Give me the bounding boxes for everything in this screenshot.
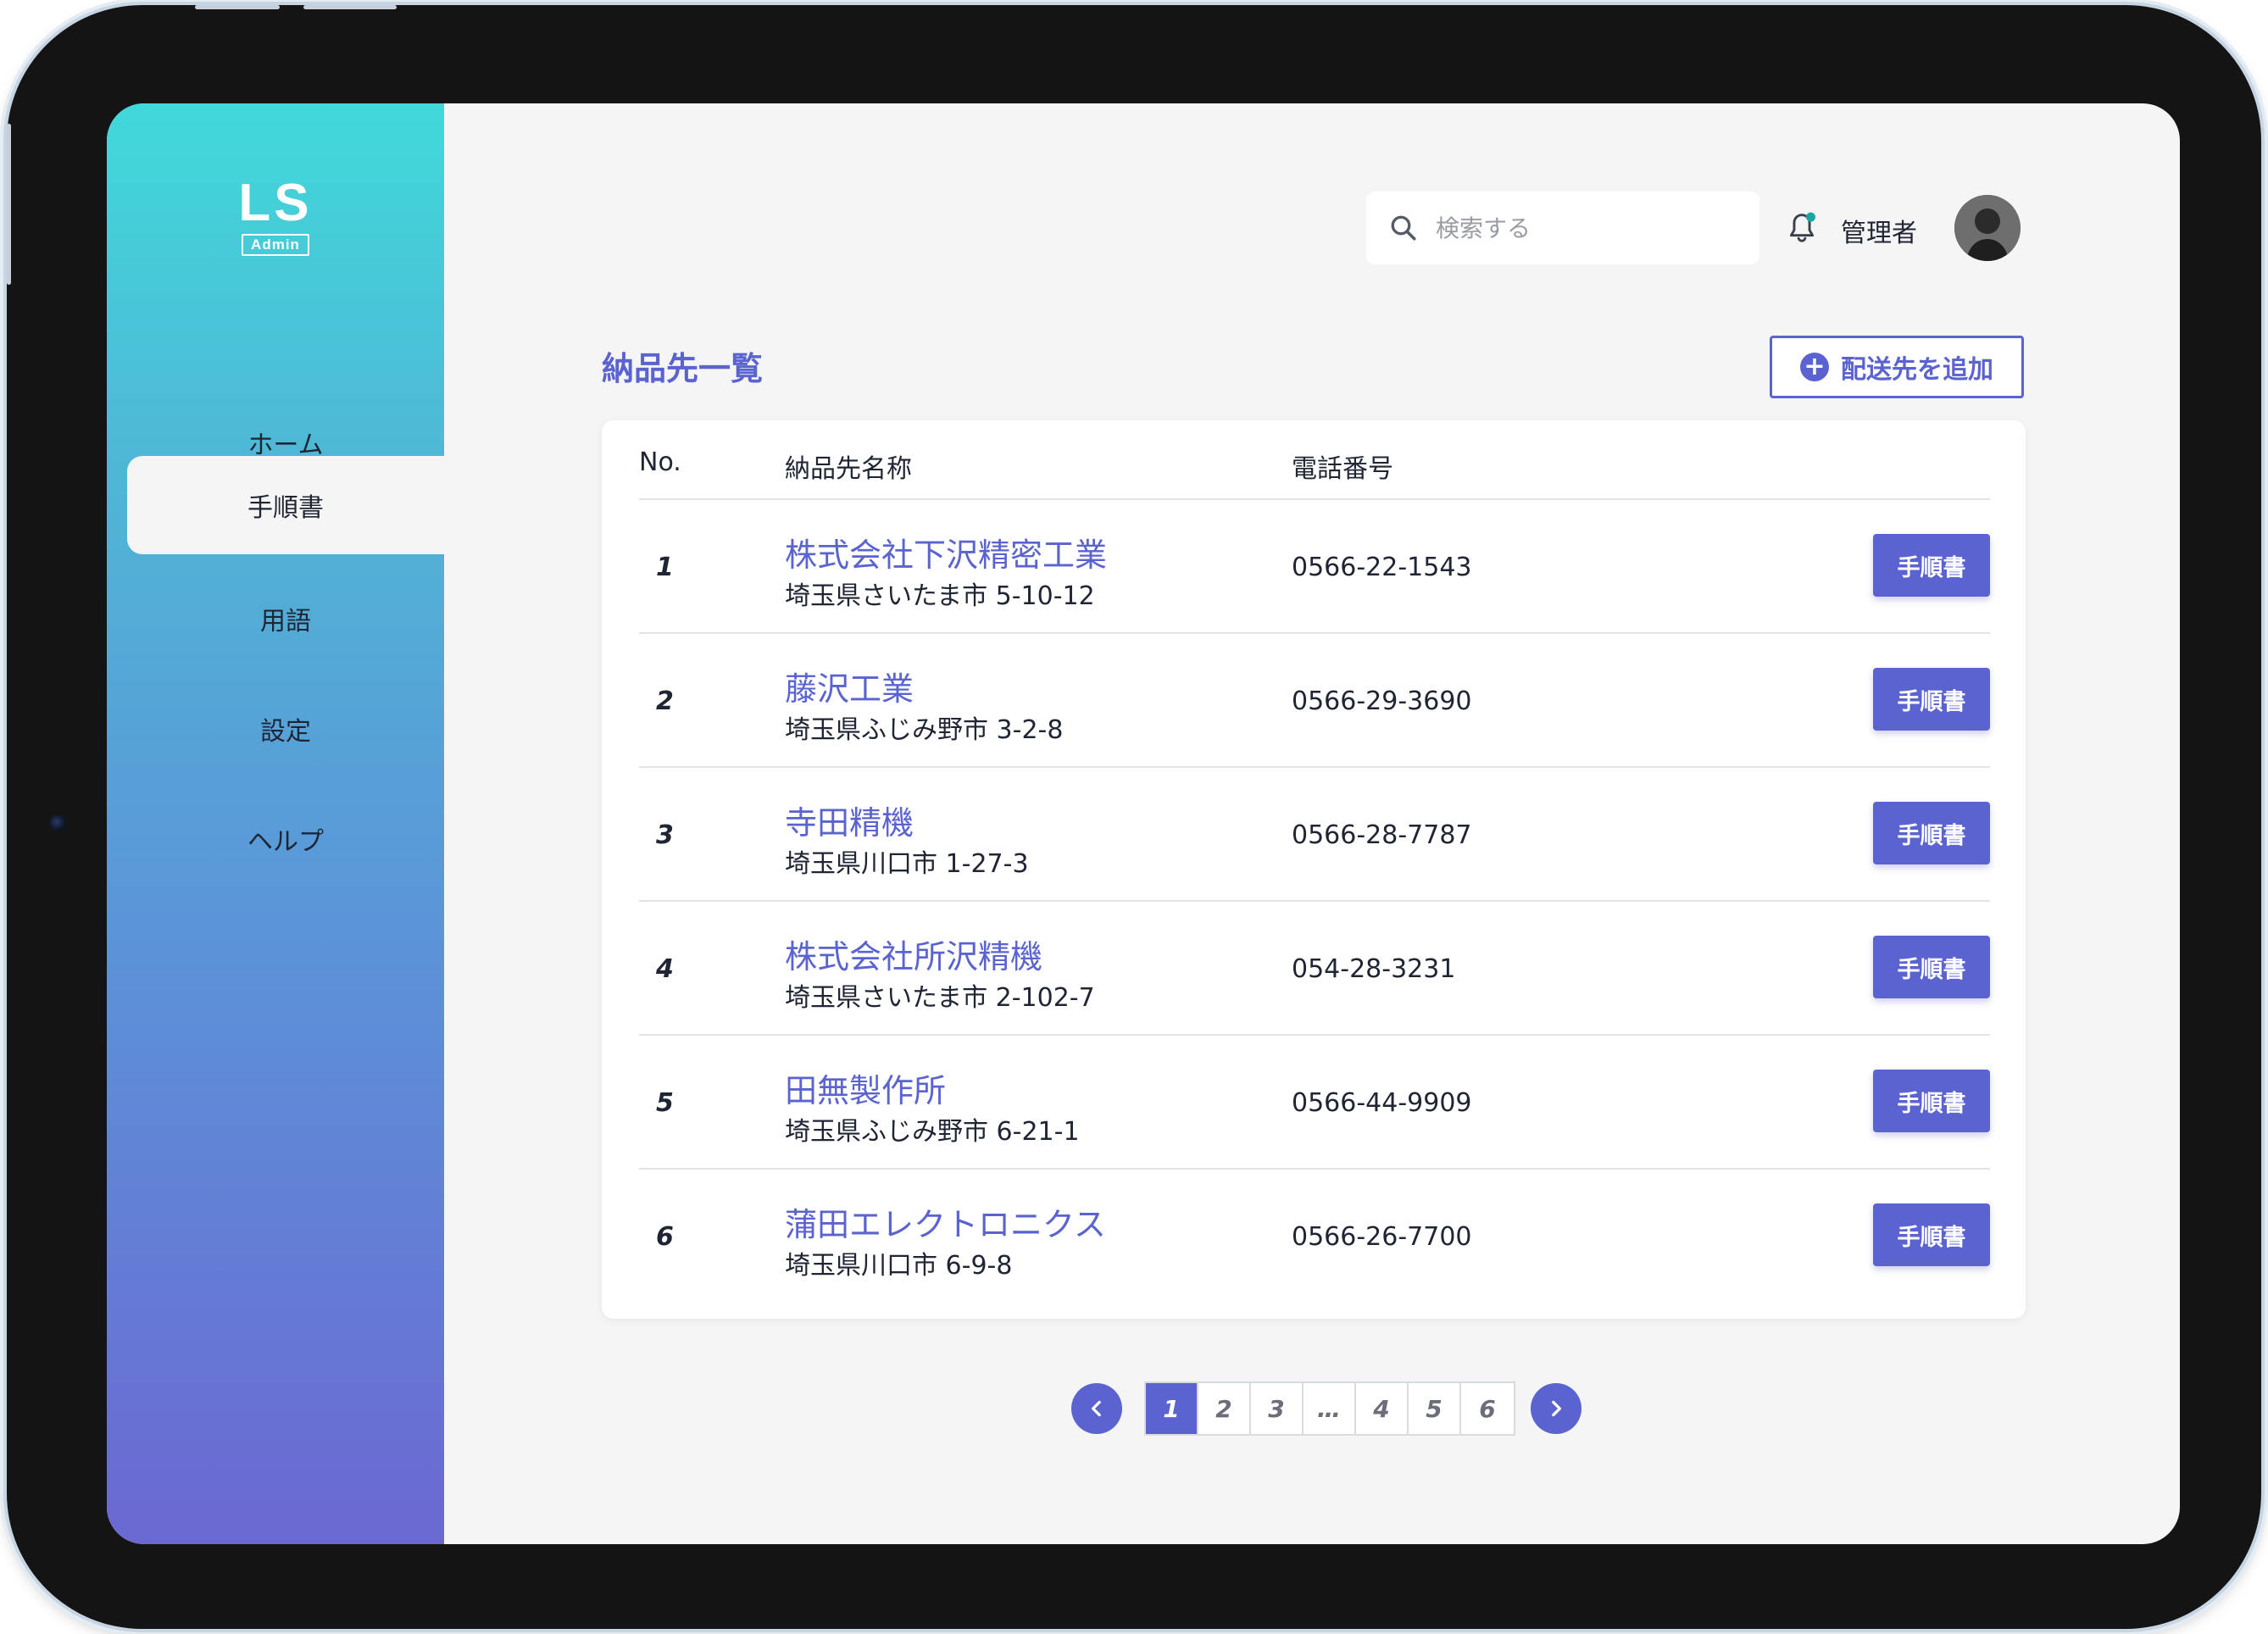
sidebar-item-glossary[interactable]: 用語 [127, 570, 444, 668]
add-delivery-button[interactable]: + 配送先を追加 [1770, 336, 2024, 398]
side-button [7, 124, 11, 285]
bell-icon[interactable] [1785, 210, 1819, 246]
sidebar-item-settings[interactable]: 設定 [127, 680, 444, 778]
manual-button[interactable]: 手順書 [1873, 668, 1990, 731]
delivery-name-link[interactable]: 藤沢工業 [785, 663, 914, 709]
plus-circle-icon: + [1800, 353, 1829, 381]
previous-page-button[interactable] [1071, 1383, 1122, 1434]
sidebar-item-label: 設定 [260, 717, 311, 747]
page-3[interactable]: 3 [1251, 1383, 1304, 1434]
pagination: 1 2 3 … 4 5 6 [107, 1381, 2180, 1436]
delivery-address: 埼玉県ふじみ野市 3-2-8 [785, 715, 1064, 745]
delivery-address: 埼玉県さいたま市 5-10-12 [785, 581, 1095, 611]
column-header-name: 納品先名称 [785, 454, 912, 484]
logo-subtitle: Admin [242, 234, 309, 256]
row-number: 5 [656, 1088, 674, 1118]
table-row: 3 寺田精機 埼玉県川口市 1-27-3 0566-28-7787 手順書 [639, 768, 1990, 902]
sidebar-item-manual[interactable]: 手順書 [127, 456, 444, 554]
user-avatar-icon [1954, 195, 2021, 261]
column-header-no: No. [639, 447, 681, 477]
sidebar: LS Admin ホーム 手順書 用語 設定 ヘルプ [107, 103, 444, 1544]
delivery-address: 埼玉県川口市 1-27-3 [785, 849, 1029, 879]
delivery-name-link[interactable]: 寺田精機 [785, 797, 914, 843]
logo[interactable]: LS Admin [107, 176, 444, 256]
delivery-phone: 0566-28-7787 [1292, 820, 1472, 850]
camera-icon [49, 814, 66, 831]
delivery-name-link[interactable]: 蒲田エレクトロニクス [785, 1198, 1106, 1245]
sidebar-item-label: 手順書 [247, 493, 324, 523]
logo-title: LS [238, 174, 313, 232]
volume-button [303, 5, 397, 9]
row-number: 2 [656, 686, 674, 716]
column-header-phone: 電話番号 [1292, 454, 1393, 484]
row-number: 6 [656, 1222, 674, 1252]
table-row: 2 藤沢工業 埼玉県ふじみ野市 3-2-8 0566-29-3690 手順書 [639, 634, 1990, 768]
search-icon [1391, 215, 1416, 241]
row-number: 4 [656, 954, 674, 984]
page-1[interactable]: 1 [1146, 1383, 1198, 1434]
next-page-button[interactable] [1531, 1383, 1581, 1434]
delivery-name-link[interactable]: 株式会社下沢精密工業 [785, 529, 1107, 575]
page-5[interactable]: 5 [1409, 1383, 1461, 1434]
delivery-address: 埼玉県さいたま市 2-102-7 [785, 983, 1095, 1013]
manual-button[interactable]: 手順書 [1873, 936, 1990, 998]
add-delivery-label: 配送先を追加 [1841, 355, 1993, 385]
sidebar-item-label: ヘルプ [247, 827, 324, 857]
page-ellipsis: … [1304, 1383, 1356, 1434]
delivery-phone: 0566-29-3690 [1292, 686, 1472, 716]
delivery-phone: 0566-22-1543 [1292, 553, 1472, 582]
row-number: 1 [656, 553, 674, 582]
page-title: 納品先一覧 [602, 350, 764, 387]
delivery-phone: 0566-44-9909 [1292, 1088, 1472, 1118]
page-list: 1 2 3 … 4 5 6 [1144, 1381, 1515, 1436]
user-name[interactable]: 管理者 [1841, 212, 1917, 249]
delivery-address: 埼玉県ふじみ野市 6-21-1 [785, 1117, 1080, 1147]
page-2[interactable]: 2 [1198, 1383, 1251, 1434]
search-box[interactable] [1366, 192, 1759, 264]
delivery-name-link[interactable]: 田無製作所 [785, 1064, 946, 1111]
tablet-frame: LS Admin ホーム 手順書 用語 設定 ヘルプ 管理者 [7, 5, 2261, 1629]
delivery-name-link[interactable]: 株式会社所沢精機 [785, 931, 1042, 977]
table-row: 6 蒲田エレクトロニクス 埼玉県川口市 6-9-8 0566-26-7700 手… [639, 1170, 1990, 1303]
delivery-address: 埼玉県川口市 6-9-8 [785, 1251, 1013, 1281]
manual-button[interactable]: 手順書 [1873, 1203, 1990, 1266]
manual-button[interactable]: 手順書 [1873, 534, 1990, 597]
delivery-table: No. 納品先名称 電話番号 1 株式会社下沢精密工業 埼玉県さいたま市 5-1… [602, 420, 2026, 1319]
sidebar-item-help[interactable]: ヘルプ [127, 790, 444, 888]
table-row: 5 田無製作所 埼玉県ふじみ野市 6-21-1 0566-44-9909 手順書 [639, 1036, 1990, 1170]
volume-button [195, 5, 280, 9]
sidebar-item-label: 用語 [260, 607, 311, 636]
table-row: 1 株式会社下沢精密工業 埼玉県さいたま市 5-10-12 0566-22-15… [639, 500, 1990, 634]
manual-button[interactable]: 手順書 [1873, 1070, 1990, 1132]
notification-dot [1806, 212, 1815, 222]
chevron-right-icon [1552, 1400, 1561, 1417]
avatar[interactable] [1954, 195, 2021, 261]
chevron-left-icon [1092, 1400, 1101, 1417]
delivery-phone: 0566-26-7700 [1292, 1222, 1472, 1252]
search-input[interactable] [1436, 214, 1741, 242]
manual-button[interactable]: 手順書 [1873, 802, 1990, 864]
page-6[interactable]: 6 [1461, 1383, 1514, 1434]
app-screen: LS Admin ホーム 手順書 用語 設定 ヘルプ 管理者 [107, 103, 2180, 1544]
table-header: No. 納品先名称 電話番号 [639, 420, 1990, 500]
table-row: 4 株式会社所沢精機 埼玉県さいたま市 2-102-7 054-28-3231 … [639, 902, 1990, 1036]
page-4[interactable]: 4 [1356, 1383, 1409, 1434]
delivery-phone: 054-28-3231 [1292, 954, 1456, 984]
row-number: 3 [656, 820, 674, 850]
